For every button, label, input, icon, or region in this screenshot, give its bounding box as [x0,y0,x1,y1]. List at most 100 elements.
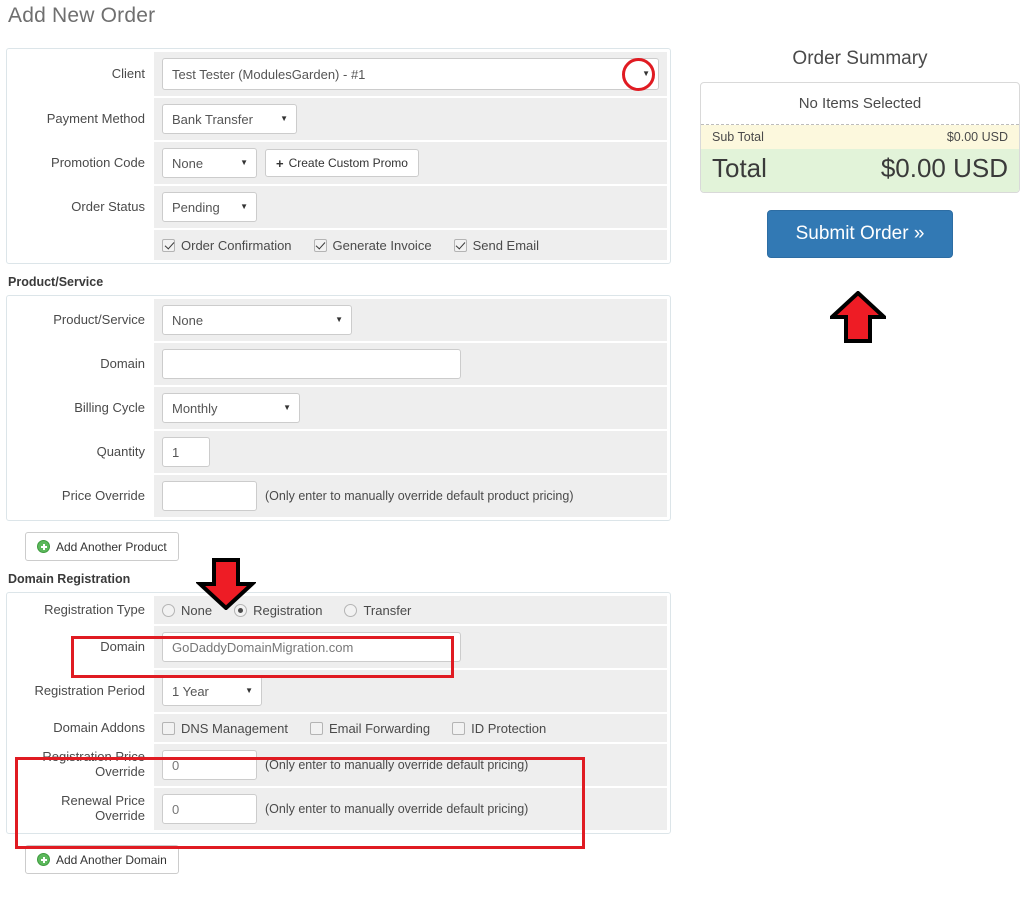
row-registration-price-override: Registration Price Override 0 (Only ente… [10,744,667,788]
domain-section-heading: Domain Registration [8,572,131,586]
registration-type-label: Registration Type [10,596,154,624]
radio-registration-type-none[interactable]: None [162,603,212,618]
domain-addons-cell: DNS Management Email Forwarding ID Prote… [154,714,667,742]
row-product-domain: Domain [10,343,667,387]
row-domain-name: Domain GoDaddyDomainMigration.com [10,626,667,670]
product-domain-label: Domain [10,343,154,385]
promotion-code-selected-value: None [172,155,204,171]
registration-type-cell: None Registration Transfer [154,596,667,624]
row-quantity: Quantity 1 [10,431,667,475]
payment-method-select[interactable]: Bank Transfer ▼ [162,104,297,134]
domain-name-input[interactable]: GoDaddyDomainMigration.com [162,632,461,662]
promotion-code-field-cell: None ▼ + Create Custom Promo [154,142,667,184]
checkbox-icon [452,721,466,735]
payment-method-selected-value: Bank Transfer [172,111,253,127]
checkbox-order-confirmation[interactable]: Order Confirmation [162,238,292,253]
client-field-cell: Test Tester (ModulesGarden) - #1 ▼ [154,52,667,96]
registration-period-field-cell: 1 Year ▼ [154,670,667,712]
row-domain-addons: Domain Addons DNS Management Email Forwa… [10,714,667,744]
radio-icon [344,603,358,617]
add-another-product-button[interactable]: Add Another Product [25,532,179,561]
checkbox-email-forwarding[interactable]: Email Forwarding [309,720,431,736]
checkbox-generate-invoice[interactable]: Generate Invoice [313,237,432,253]
price-override-label: Price Override [10,475,154,517]
checkbox-icon [162,721,175,735]
chevron-down-icon: ▼ [280,114,288,123]
price-override-field-cell: (Only enter to manually override default… [154,475,667,517]
product-service-table: Product/Service None ▼ Domain Billing Cy… [6,295,671,521]
radio-registration-type-transfer[interactable]: Transfer [344,603,411,618]
product-service-label: Product/Service [10,299,154,341]
registration-price-override-label: Registration Price Override [10,744,154,786]
price-override-input[interactable] [162,481,257,511]
checkbox-dns-management[interactable]: DNS Management [162,721,288,736]
create-custom-promo-button[interactable]: + Create Custom Promo [265,149,419,177]
total-label: Total [712,153,767,183]
client-select[interactable]: Test Tester (ModulesGarden) - #1 ▼ [162,58,659,90]
renewal-price-override-hint: (Only enter to manually override default… [265,802,529,816]
add-new-order-page: Add New Order Client Test Tester (Module… [0,0,1024,914]
domain-registration-table: Registration Type None Registration Tran… [6,592,671,834]
chevron-down-icon: ▼ [642,69,650,78]
quantity-label: Quantity [10,431,154,473]
registration-price-override-input[interactable]: 0 [162,750,257,780]
radio-registration-type-registration[interactable]: Registration [234,603,322,618]
order-summary-title: Order Summary [792,48,928,69]
checkbox-icon [313,238,327,252]
checkbox-send-email[interactable]: Send Email [453,237,540,253]
domain-addons-label: Domain Addons [10,714,154,742]
product-service-selected-value: None [172,312,204,328]
domain-name-field-cell: GoDaddyDomainMigration.com [154,626,667,668]
plus-circle-icon [37,540,50,553]
billing-cycle-select[interactable]: Monthly ▼ [162,393,300,423]
order-details-table: Client Test Tester (ModulesGarden) - #1 … [6,48,671,264]
registration-period-label: Registration Period [10,670,154,712]
order-summary-total-row: Total $0.00 USD [701,149,1019,192]
product-service-select[interactable]: None ▼ [162,305,352,335]
add-another-product-label: Add Another Product [56,539,167,554]
checkbox-send-email-label: Send Email [472,237,540,253]
registration-period-select[interactable]: 1 Year ▼ [162,676,262,706]
chevron-down-icon: ▼ [335,315,343,324]
order-status-field-cell: Pending ▼ [154,186,667,228]
order-status-label: Order Status [10,186,154,228]
price-override-hint: (Only enter to manually override default… [265,489,574,503]
billing-cycle-field-cell: Monthly ▼ [154,387,667,429]
row-registration-type: Registration Type None Registration Tran… [10,596,667,626]
renewal-price-override-cell: 0 (Only enter to manually override defau… [154,788,667,830]
renewal-price-override-label: Renewal Price Override [10,788,154,830]
product-service-field-cell: None ▼ [154,299,667,341]
promotion-code-select[interactable]: None ▼ [162,148,257,178]
radio-transfer-label: Transfer [363,602,412,618]
chevron-down-icon: ▼ [283,403,291,412]
product-domain-field-cell [154,343,667,385]
row-product-service: Product/Service None ▼ [10,299,667,343]
registration-price-override-cell: 0 (Only enter to manually override defau… [154,744,667,786]
checkbox-id-protection-label: ID Protection [471,720,547,736]
registration-price-override-hint: (Only enter to manually override default… [265,758,529,772]
order-status-selected-value: Pending [172,199,220,215]
add-another-domain-button[interactable]: Add Another Domain [25,845,179,874]
row-client: Client Test Tester (ModulesGarden) - #1 … [10,52,667,98]
radio-none-label: None [181,602,213,618]
product-domain-input[interactable] [162,349,461,379]
quantity-input[interactable]: 1 [162,437,210,467]
checkbox-icon [162,238,175,252]
renewal-price-override-input[interactable]: 0 [162,794,257,824]
product-section-heading: Product/Service [8,275,104,289]
page-title: Add New Order [8,4,156,27]
row-registration-period: Registration Period 1 Year ▼ [10,670,667,714]
checkbox-email-forwarding-label: Email Forwarding [328,720,431,736]
row-promotion-code: Promotion Code None ▼ + Create Custom Pr… [10,142,667,186]
total-value: $0.00 USD [880,153,1008,183]
subtotal-value: $0.00 USD [946,130,1008,144]
client-label: Client [10,52,154,96]
row-order-status: Order Status Pending ▼ [10,186,667,230]
submit-order-button[interactable]: Submit Order » [766,210,954,258]
checkbox-generate-invoice-label: Generate Invoice [332,237,432,253]
chevron-down-icon: ▼ [245,686,253,695]
order-status-select[interactable]: Pending ▼ [162,192,257,222]
left-column: Client Test Tester (ModulesGarden) - #1 … [6,48,671,874]
create-custom-promo-label: Create Custom Promo [288,156,408,170]
checkbox-id-protection[interactable]: ID Protection [452,721,546,736]
